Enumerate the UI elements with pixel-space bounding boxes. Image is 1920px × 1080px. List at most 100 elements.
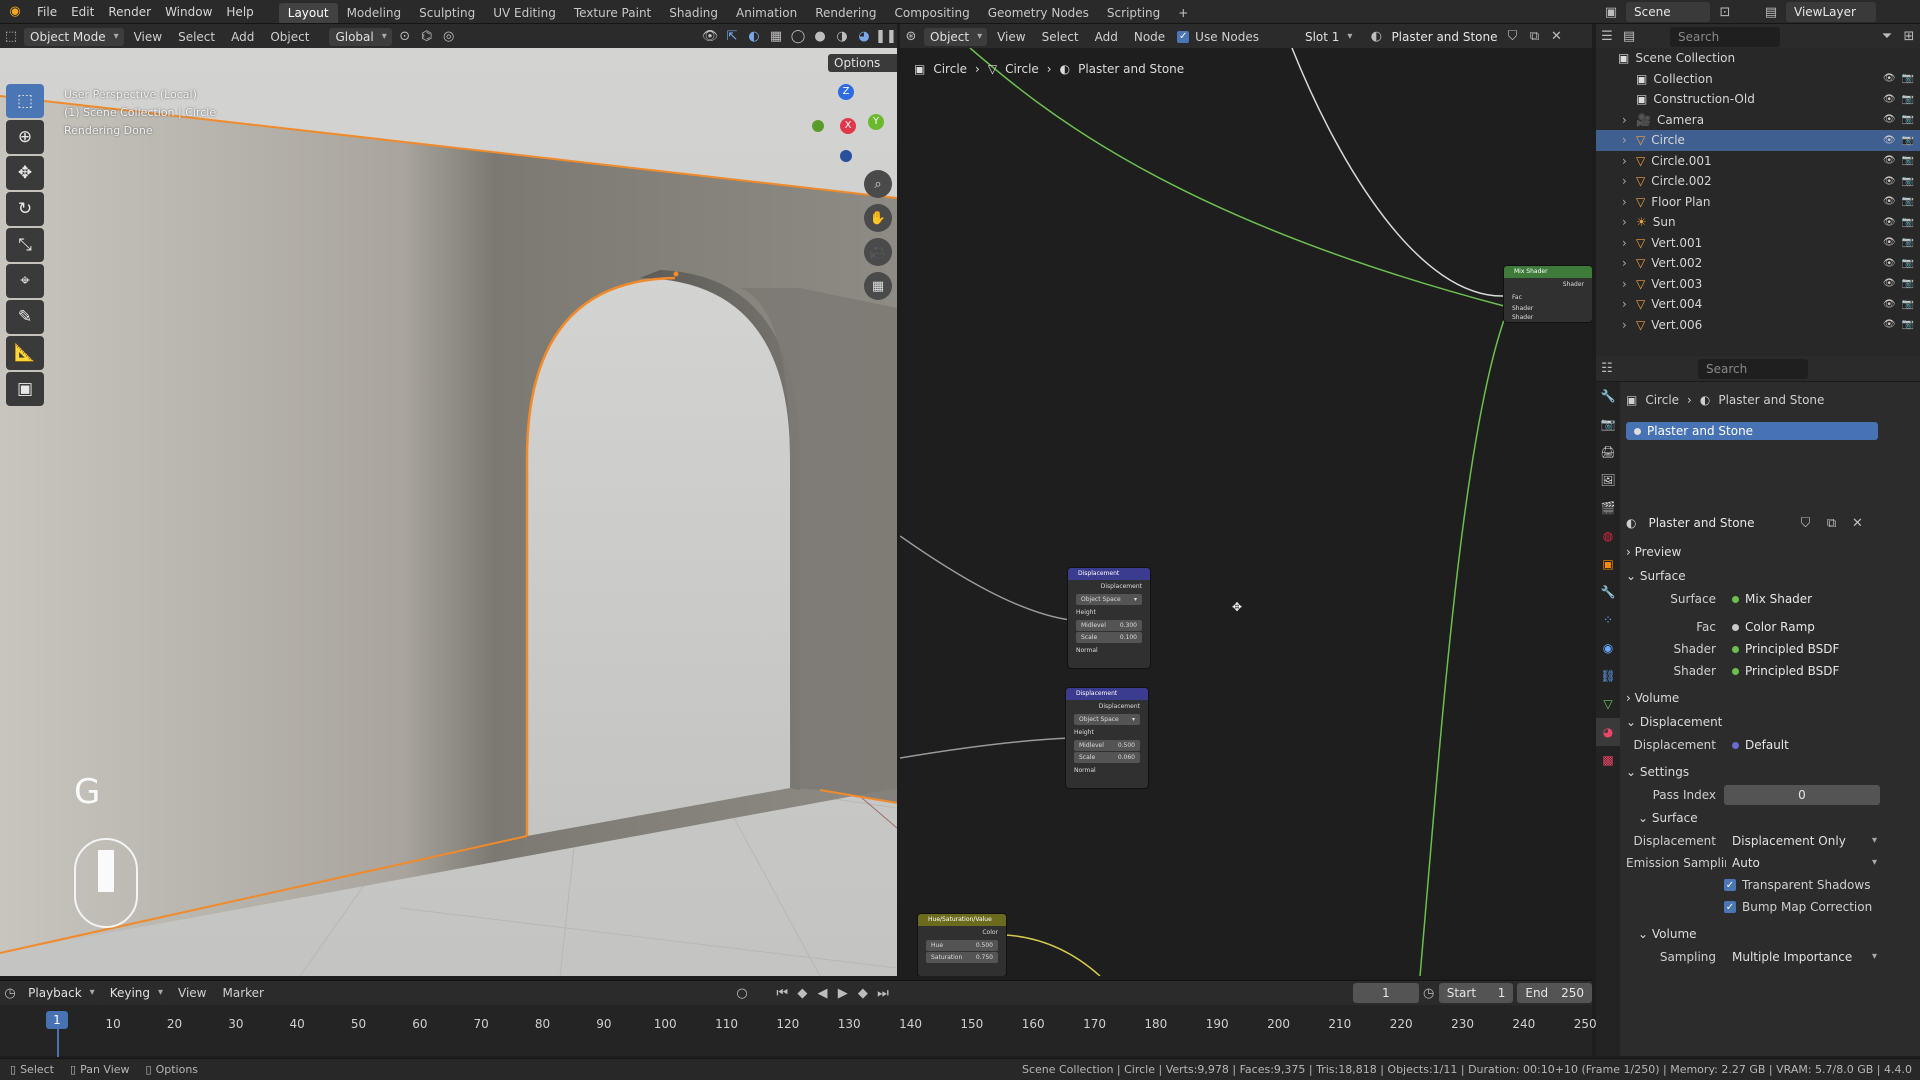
slot-dropdown[interactable]: Slot 1	[1298, 27, 1358, 46]
scale-field[interactable]: Scale 0.100	[1076, 632, 1142, 643]
breadcrumb-mesh[interactable]: Circle	[1005, 62, 1039, 76]
camera-render-icon[interactable]: 📷	[1902, 114, 1914, 125]
expand-chevron-icon[interactable]: ›	[1622, 174, 1636, 188]
particles-tab-icon[interactable]: ⁘	[1596, 606, 1620, 634]
expand-chevron-icon[interactable]: ›	[1622, 215, 1636, 229]
duplicate-icon[interactable]: ⧉	[1524, 27, 1546, 47]
outliner-item-camera[interactable]: › 🎥 Camera 👁 📷	[1596, 110, 1920, 131]
eye-icon[interactable]: 👁	[1883, 299, 1896, 310]
pin-icon[interactable]: ⊡	[1714, 2, 1736, 22]
menu-render[interactable]: Render	[101, 0, 158, 24]
shader2-field[interactable]: Principled BSDF	[1724, 661, 1864, 681]
expand-chevron-icon[interactable]: ›	[1622, 236, 1636, 250]
tab-rendering[interactable]: Rendering	[806, 3, 885, 23]
outliner-item-construction-old[interactable]: ▣ Construction-Old 👁 📷	[1596, 89, 1920, 110]
outliner-item-floor-plan[interactable]: › ▽ Floor Plan 👁 📷	[1596, 192, 1920, 213]
camera-render-icon[interactable]: 📷	[1902, 299, 1914, 310]
playhead[interactable]: 1	[46, 1011, 68, 1029]
new-collection-icon[interactable]: ⊞	[1898, 27, 1920, 47]
output-tab-icon[interactable]: 🖨	[1596, 438, 1620, 466]
material-tab-icon[interactable]: ◕	[1596, 718, 1620, 746]
shader-type-dropdown[interactable]: Object	[924, 27, 988, 46]
view-layer-tab-icon[interactable]: 🖼	[1596, 466, 1620, 494]
expand-chevron-icon[interactable]: ›	[1622, 133, 1636, 147]
measure-tool-icon[interactable]: 📐	[6, 336, 44, 370]
menu-edit[interactable]: Edit	[64, 0, 101, 24]
displacement-method-dropdown[interactable]: Displacement Only	[1726, 832, 1882, 850]
tab-animation[interactable]: Animation	[727, 3, 806, 23]
expand-chevron-icon[interactable]: ›	[1622, 113, 1636, 127]
view-layer-field[interactable]: ViewLayer	[1786, 2, 1876, 22]
pause-icon[interactable]: ❚❚	[875, 27, 897, 47]
outliner-item-circle[interactable]: › ▽ Circle 👁 📷	[1596, 130, 1920, 151]
outliner-search-input[interactable]: Search	[1670, 26, 1780, 47]
expand-chevron-icon[interactable]: ›	[1622, 195, 1636, 209]
camera-render-icon[interactable]: 📷	[1902, 319, 1914, 330]
menu-window[interactable]: Window	[158, 0, 219, 24]
material-datablock-field[interactable]: Plaster and Stone	[1640, 513, 1791, 533]
surface-shader-field[interactable]: Mix Shader	[1724, 589, 1864, 609]
rotate-tool-icon[interactable]: ↻	[6, 192, 44, 226]
breadcrumb-object[interactable]: Circle	[933, 62, 967, 76]
eye-icon[interactable]: 👁	[1883, 278, 1896, 289]
camera-render-icon[interactable]: 📷	[1902, 73, 1914, 84]
properties-type-icon[interactable]: ☷	[1596, 359, 1618, 379]
unlink-icon[interactable]: ✕	[1846, 513, 1868, 533]
tab-layout[interactable]: Layout	[278, 2, 338, 23]
camera-render-icon[interactable]: 📷	[1902, 217, 1914, 228]
menu-file[interactable]: File	[30, 0, 64, 24]
eye-icon[interactable]: 👁	[1883, 135, 1896, 146]
proportional-icon[interactable]: ◎	[438, 27, 460, 47]
outliner-item-sun[interactable]: › ☀ Sun 👁 📷	[1596, 212, 1920, 233]
zoom-icon[interactable]: ⌕	[864, 170, 892, 198]
eye-icon[interactable]: 👁	[1883, 237, 1896, 248]
unlink-icon[interactable]: ✕	[1546, 27, 1568, 47]
timeline[interactable]: ◷ Playback Keying View Marker ○ ⏮ ◆ ◀ ▶ …	[0, 980, 1597, 1057]
pivot-icon[interactable]: ⊙	[394, 27, 416, 47]
tab-uv-editing[interactable]: UV Editing	[484, 3, 565, 23]
tab-compositing[interactable]: Compositing	[885, 3, 978, 23]
scene-field[interactable]: Scene	[1626, 2, 1710, 22]
surface-panel[interactable]: ⌄ Surface	[1626, 564, 1916, 588]
outliner-item-vert-003[interactable]: › ▽ Vert.003 👁 📷	[1596, 274, 1920, 295]
use-nodes-checkbox[interactable]: ✓	[1177, 30, 1190, 43]
expand-chevron-icon[interactable]: ›	[1622, 297, 1636, 311]
tab-texture-paint[interactable]: Texture Paint	[565, 3, 660, 23]
eye-icon[interactable]: 👁	[1883, 196, 1896, 207]
shading-wire-icon[interactable]: ◯	[787, 27, 809, 47]
saturation-field[interactable]: Saturation 0.750	[926, 952, 998, 963]
tab-modeling[interactable]: Modeling	[338, 3, 411, 23]
settings-panel[interactable]: ⌄ Settings	[1626, 760, 1916, 784]
outliner-item-vert-006[interactable]: › ▽ Vert.006 👁 📷	[1596, 315, 1920, 336]
viewport-menu-select[interactable]: Select	[170, 28, 223, 46]
eye-icon[interactable]: 👁	[1883, 217, 1896, 228]
tab-sculpting[interactable]: Sculpting	[410, 3, 484, 23]
cursor-tool-icon[interactable]: ⊕	[6, 120, 44, 154]
gizmo-y-axis[interactable]: Y	[868, 114, 884, 130]
outliner-item-circle-002[interactable]: › ▽ Circle.002 👁 📷	[1596, 171, 1920, 192]
eye-icon[interactable]: 👁	[1883, 319, 1896, 330]
fake-user-icon[interactable]: ⛉	[1794, 513, 1816, 533]
eye-icon[interactable]: 👁	[1883, 155, 1896, 166]
snap-icon[interactable]: ⌬	[416, 27, 438, 47]
viewport-menu-add[interactable]: Add	[223, 28, 262, 46]
modifier-tab-icon[interactable]: 🔧	[1596, 578, 1620, 606]
camera-render-icon[interactable]: 📷	[1902, 237, 1914, 248]
annotate-tool-icon[interactable]: ✎	[6, 300, 44, 334]
gizmo-z-axis[interactable]: Z	[838, 84, 854, 100]
eye-icon[interactable]: 👁	[1883, 114, 1896, 125]
material-name-field[interactable]: Plaster and Stone	[1387, 26, 1502, 47]
pan-hand-icon[interactable]: ✋	[864, 204, 892, 232]
shader1-field[interactable]: Principled BSDF	[1724, 639, 1864, 659]
viewport-menu-view[interactable]: View	[126, 28, 170, 46]
outliner-item-circle-001[interactable]: › ▽ Circle.001 👁 📷	[1596, 151, 1920, 172]
outliner-item-vert-002[interactable]: › ▽ Vert.002 👁 📷	[1596, 253, 1920, 274]
expand-chevron-icon[interactable]: ›	[1622, 318, 1636, 332]
physics-tab-icon[interactable]: ◉	[1596, 634, 1620, 662]
shading-material-icon[interactable]: ◑	[831, 27, 853, 47]
settings-volume-subpanel[interactable]: ⌄ Volume	[1626, 922, 1916, 946]
displacement-field[interactable]: Default	[1724, 735, 1864, 755]
overlay-icon[interactable]: ◐	[743, 27, 765, 47]
node-editor[interactable]: ▣ Circle › ▽ Circle › ◐ Plaster and Ston…	[900, 48, 1592, 976]
editor-type-icon[interactable]: ⬚	[0, 27, 22, 47]
